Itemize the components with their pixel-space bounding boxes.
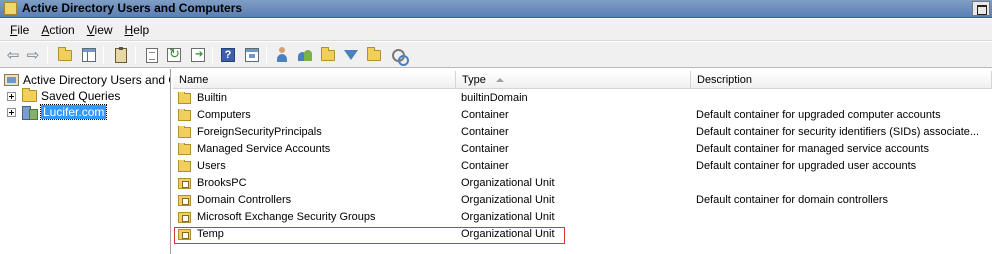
red-highlight-box [174,227,565,244]
menu-file[interactable]: File [4,23,35,37]
column-header-description[interactable]: Description [691,71,992,89]
row-type: Organizational Unit [461,211,555,223]
row-description: Default container for domain controllers [696,194,888,206]
column-label: Type [462,73,486,86]
row-description: Default container for security identifie… [696,126,980,138]
row-type: Container [461,109,509,121]
toolbar-separator [266,46,267,64]
row-type: builtinDomain [461,92,528,104]
table-row[interactable]: ForeignSecurityPrincipals Container Defa… [173,124,992,141]
column-label: Description [697,73,753,86]
row-type: Container [461,160,509,172]
container-icon [178,126,191,138]
up-folder-icon[interactable] [56,46,74,64]
filter-icon[interactable] [342,46,360,64]
row-description: Default container for upgraded computer … [696,109,941,121]
organizational-unit-icon [178,211,191,223]
menu-bar: File Action View Help [0,19,992,41]
container-icon [178,160,191,172]
domain-icon [22,106,38,120]
folder-icon [22,88,37,102]
tree-item-label: Lucifer.com [39,104,108,120]
column-header-name[interactable]: Name [173,71,456,89]
delegate-icon[interactable] [389,46,409,66]
row-type: Container [461,126,509,138]
sort-ascending-icon [495,77,504,82]
back-arrow-icon[interactable]: ⇦ [4,46,22,64]
show-hide-tree-icon[interactable] [80,46,98,64]
container-icon [178,109,191,121]
table-row[interactable]: Microsoft Exchange Security Groups Organ… [173,209,992,226]
new-ou-icon[interactable] [319,46,337,64]
window-title: Active Directory Users and Computers [22,1,243,15]
tree-item-domain[interactable]: Lucifer.com [22,104,108,120]
toolbar-separator [135,46,136,64]
row-type: Container [461,143,509,155]
export-icon[interactable] [189,46,207,64]
console-tree: Active Directory Users and Co Saved Quer… [0,69,171,254]
tree-root[interactable]: Active Directory Users and Co [4,72,171,88]
refresh-icon[interactable] [165,46,183,64]
column-header-type[interactable]: Type [456,71,691,89]
table-row[interactable]: BrooksPC Organizational Unit [173,175,992,192]
table-row[interactable]: Domain Controllers Organizational Unit D… [173,192,992,209]
row-name: Microsoft Exchange Security Groups [197,211,376,223]
toolbar-separator [47,46,48,64]
menu-action[interactable]: Action [35,23,80,37]
table-row[interactable]: Users Container Default container for up… [173,158,992,175]
new-group-icon[interactable] [296,46,314,64]
organizational-unit-icon [178,194,191,206]
expand-saved-queries[interactable] [7,92,16,101]
toolbar-separator [103,46,104,64]
export-list-icon[interactable] [143,46,161,64]
new-user-icon[interactable] [273,46,291,64]
toolbar: ⇦ ⇨ ? [0,42,992,68]
row-description: Default container for upgraded user acco… [696,160,917,172]
row-name: Builtin [197,92,227,104]
row-name: BrooksPC [197,177,247,189]
column-label: Name [179,73,209,86]
properties-icon[interactable] [112,46,130,64]
row-type: Organizational Unit [461,194,555,206]
container-icon [178,143,191,155]
restore-button[interactable] [972,1,990,16]
tree-root-label: Active Directory Users and Co [23,73,171,87]
toolbar-separator [212,46,213,64]
menu-help[interactable]: Help [119,23,156,37]
help-icon[interactable]: ? [219,46,237,64]
view-icon[interactable] [243,46,261,64]
tree-item-label: Saved Queries [41,89,121,103]
details-list: Name Type Description Builtin builtinDom… [173,69,992,254]
row-type: Organizational Unit [461,177,555,189]
row-name: Managed Service Accounts [197,143,331,155]
forward-arrow-icon[interactable]: ⇨ [24,46,42,64]
container-icon [178,92,191,104]
find-icon[interactable] [365,46,383,64]
table-row[interactable]: Builtin builtinDomain [173,90,992,107]
row-name: Domain Controllers [197,194,292,206]
aduc-root-icon [4,74,19,86]
table-row[interactable]: Computers Container Default container fo… [173,107,992,124]
table-row[interactable]: Managed Service Accounts Container Defau… [173,141,992,158]
expand-domain[interactable] [7,108,16,117]
organizational-unit-icon [178,177,191,189]
row-name: ForeignSecurityPrincipals [197,126,322,138]
menu-view[interactable]: View [81,23,119,37]
title-bar: Active Directory Users and Computers [0,0,992,18]
row-description: Default container for managed service ac… [696,143,929,155]
row-name: Computers [197,109,251,121]
tree-item-saved-queries[interactable]: Saved Queries [22,88,120,104]
row-name: Users [197,160,226,172]
aduc-app-icon [4,2,17,15]
